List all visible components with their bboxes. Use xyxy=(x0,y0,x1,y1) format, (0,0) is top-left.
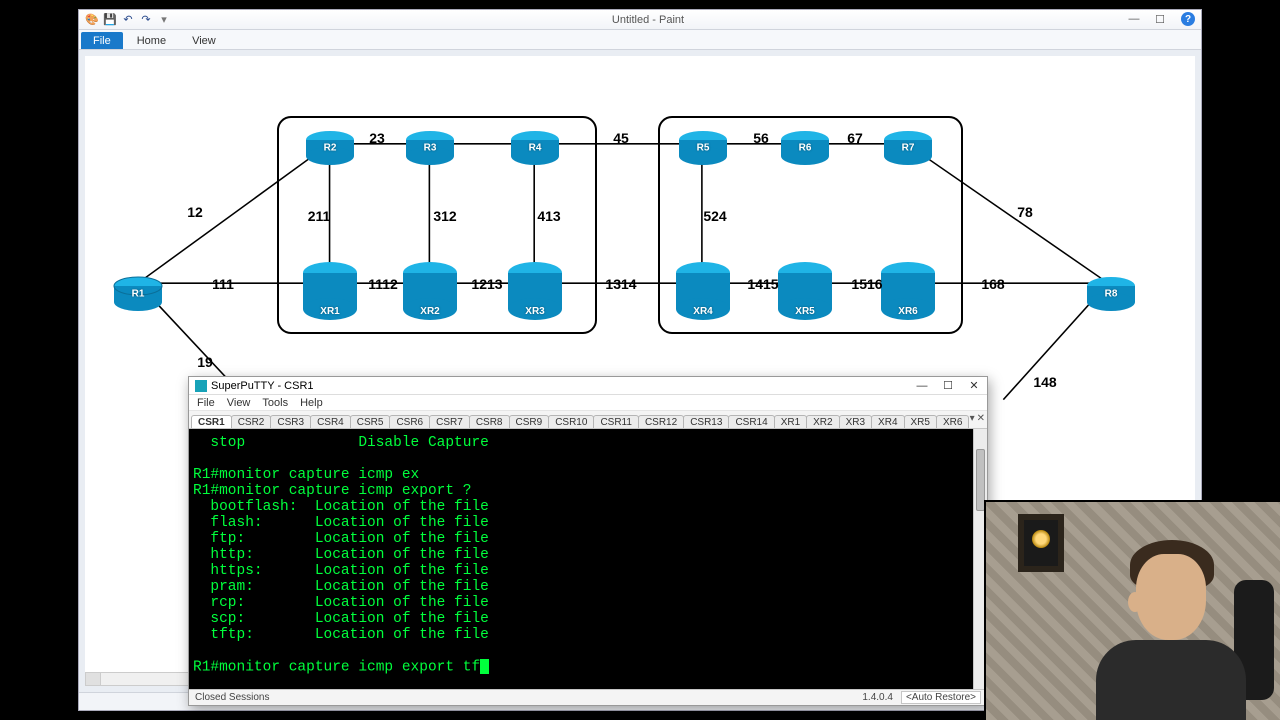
session-tab-csr9[interactable]: CSR9 xyxy=(509,415,550,428)
link-413: 413 xyxy=(537,208,560,224)
undo-icon[interactable]: ↶ xyxy=(121,13,135,27)
session-tab-csr8[interactable]: CSR8 xyxy=(469,415,510,428)
link-23: 23 xyxy=(369,130,385,146)
tab-close-icon[interactable]: ✕ xyxy=(977,413,985,424)
router-xr3: XR3 xyxy=(506,261,564,321)
router-xr2: XR2 xyxy=(401,261,459,321)
putty-menubar: File View Tools Help xyxy=(189,395,987,411)
router-r5: R5 xyxy=(677,130,729,166)
router-r6: R6 xyxy=(779,130,831,166)
menu-file[interactable]: File xyxy=(197,397,215,409)
paint-app-icon: 🎨 xyxy=(85,13,99,27)
session-tab-csr3[interactable]: CSR3 xyxy=(270,415,311,428)
router-xr1: XR1 xyxy=(301,261,359,321)
link-1314: 1314 xyxy=(605,276,636,292)
save-icon[interactable]: 💾 xyxy=(103,13,117,27)
putty-statusbar: Closed Sessions 1.4.0.4 <Auto Restore> xyxy=(189,689,987,705)
superputty-icon xyxy=(195,380,207,392)
router-r7: R7 xyxy=(882,130,934,166)
redo-icon[interactable]: ↷ xyxy=(139,13,153,27)
tab-file[interactable]: File xyxy=(81,32,123,49)
router-r2: R2 xyxy=(304,130,356,166)
putty-titlebar[interactable]: SuperPuTTY - CSR1 — ☐ ✕ xyxy=(189,377,987,395)
session-tab-xr2[interactable]: XR2 xyxy=(806,415,839,428)
router-xr5: XR5 xyxy=(776,261,834,321)
session-tab-csr7[interactable]: CSR7 xyxy=(429,415,470,428)
session-tab-csr11[interactable]: CSR11 xyxy=(593,415,639,428)
link-56: 56 xyxy=(753,130,769,146)
link-12: 12 xyxy=(187,204,203,220)
link-524: 524 xyxy=(703,208,726,224)
session-tab-csr5[interactable]: CSR5 xyxy=(350,415,391,428)
putty-tabbar: CSR1 CSR2 CSR3 CSR4 CSR5 CSR6 CSR7 CSR8 … xyxy=(189,411,987,429)
menu-help[interactable]: Help xyxy=(300,397,323,409)
tab-list-dropdown-icon[interactable]: ▾ xyxy=(970,413,975,424)
terminal-text: stop Disable Capture R1#monitor capture … xyxy=(193,435,489,675)
putty-title-text: SuperPuTTY - CSR1 xyxy=(211,380,314,392)
link-168: 168 xyxy=(981,276,1004,292)
status-closed-sessions[interactable]: Closed Sessions xyxy=(195,692,269,703)
putty-minimize-button[interactable]: — xyxy=(909,378,935,394)
link-78: 78 xyxy=(1017,204,1033,220)
webcam-overlay xyxy=(984,500,1280,720)
session-tab-csr14[interactable]: CSR14 xyxy=(728,415,774,428)
session-tab-xr3[interactable]: XR3 xyxy=(839,415,872,428)
session-tab-xr4[interactable]: XR4 xyxy=(871,415,904,428)
wall-frame xyxy=(1018,514,1064,572)
link-1112: 1112 xyxy=(368,276,398,292)
router-xr4: XR4 xyxy=(674,261,732,321)
status-version: 1.4.0.4 xyxy=(862,692,893,703)
qat-dropdown-icon[interactable]: ▾ xyxy=(157,13,171,27)
paint-title: Untitled - Paint xyxy=(171,14,1125,26)
session-tab-xr5[interactable]: XR5 xyxy=(904,415,937,428)
link-312: 312 xyxy=(433,208,456,224)
link-19: 19 xyxy=(197,354,213,370)
session-tab-xr6[interactable]: XR6 xyxy=(936,415,969,428)
router-r3: R3 xyxy=(404,130,456,166)
session-tab-csr1[interactable]: CSR1 xyxy=(191,415,232,428)
link-67: 67 xyxy=(847,130,863,146)
link-211: 211 xyxy=(308,208,331,224)
maximize-button[interactable]: ☐ xyxy=(1151,13,1169,26)
session-tab-csr10[interactable]: CSR10 xyxy=(548,415,594,428)
putty-close-button[interactable]: ✕ xyxy=(961,378,987,394)
session-tab-csr6[interactable]: CSR6 xyxy=(389,415,430,428)
tab-view[interactable]: View xyxy=(180,32,228,49)
tab-home[interactable]: Home xyxy=(125,32,178,49)
router-r8: R8 xyxy=(1085,276,1137,312)
session-tab-csr13[interactable]: CSR13 xyxy=(683,415,729,428)
session-tab-csr12[interactable]: CSR12 xyxy=(638,415,684,428)
paint-ribbon-tabs: File Home View ? xyxy=(79,30,1201,50)
minimize-button[interactable]: — xyxy=(1125,13,1143,26)
router-r1: R1 xyxy=(112,276,164,312)
session-tab-xr1[interactable]: XR1 xyxy=(774,415,807,428)
paint-titlebar[interactable]: 🎨 💾 ↶ ↷ ▾ Untitled - Paint — ☐ ✕ xyxy=(79,10,1201,30)
link-1415: 1415 xyxy=(747,276,778,292)
putty-maximize-button[interactable]: ☐ xyxy=(935,378,961,394)
link-1213: 1213 xyxy=(471,276,502,292)
session-tab-csr2[interactable]: CSR2 xyxy=(231,415,272,428)
menu-view[interactable]: View xyxy=(227,397,251,409)
router-xr6: XR6 xyxy=(879,261,937,321)
session-tab-csr4[interactable]: CSR4 xyxy=(310,415,351,428)
presenter xyxy=(1090,530,1260,720)
link-45: 45 xyxy=(613,130,629,146)
router-r4: R4 xyxy=(509,130,561,166)
link-111: 111 xyxy=(212,276,234,292)
status-auto-restore[interactable]: <Auto Restore> xyxy=(901,691,981,704)
help-icon[interactable]: ? xyxy=(1181,12,1195,26)
terminal-cursor xyxy=(480,659,489,674)
terminal-output[interactable]: stop Disable Capture R1#monitor capture … xyxy=(189,429,973,689)
superputty-window: SuperPuTTY - CSR1 — ☐ ✕ File View Tools … xyxy=(188,376,988,706)
menu-tools[interactable]: Tools xyxy=(262,397,288,409)
link-148: 148 xyxy=(1033,374,1056,390)
link-1516: 1516 xyxy=(851,276,882,292)
